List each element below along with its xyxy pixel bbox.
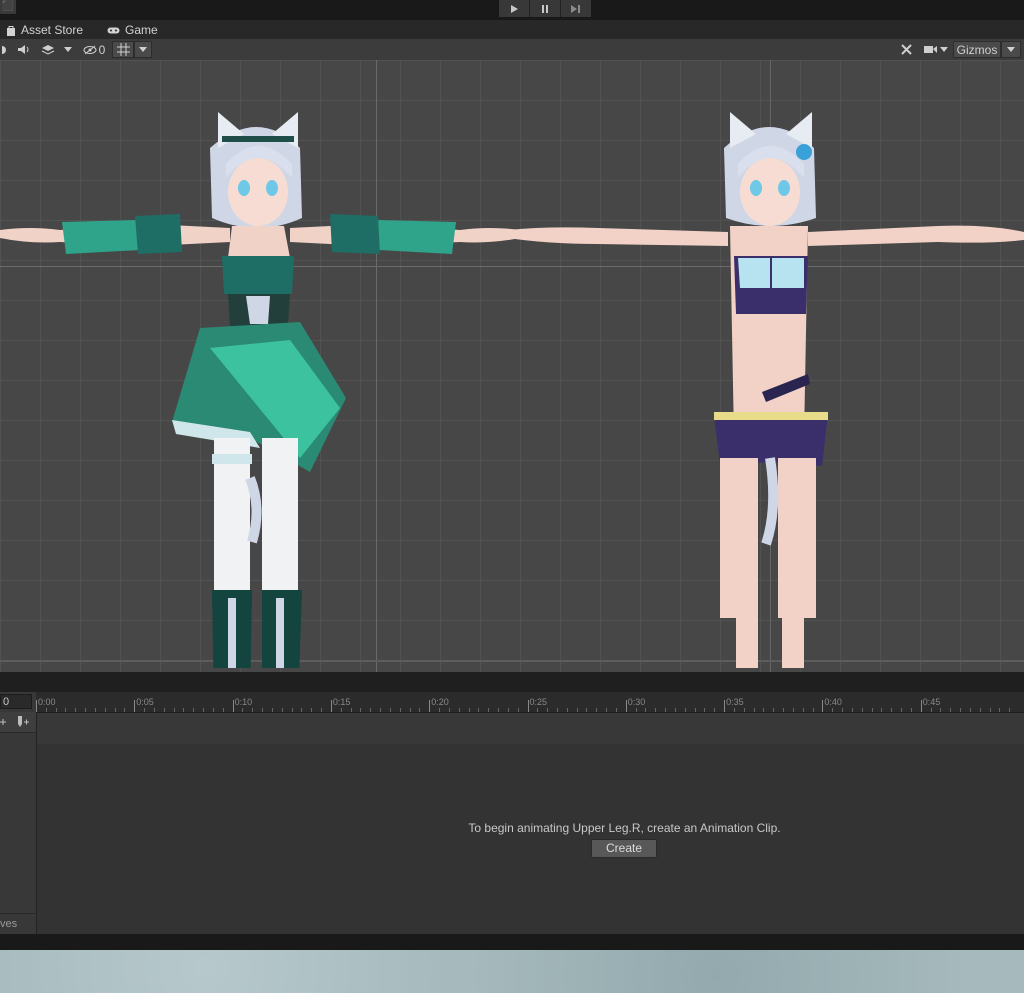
character-outfit-model[interactable] — [0, 108, 520, 668]
scene-view[interactable] — [0, 60, 1024, 672]
status-bar — [0, 934, 1024, 950]
create-clip-button[interactable]: Create — [591, 839, 657, 858]
speaker-icon — [18, 45, 29, 54]
chevron-down-icon — [1007, 47, 1015, 52]
tab-label: Asset Store — [21, 23, 84, 37]
grid-toggle-button[interactable] — [112, 41, 134, 58]
camera-settings-button[interactable] — [920, 41, 952, 58]
scene-toolbar: 0 Gizmos — [0, 39, 1024, 61]
play-icon — [511, 4, 518, 13]
tab-bar: Asset Store Game — [0, 20, 1024, 39]
tools-button[interactable] — [896, 41, 916, 58]
eye-slash-icon — [83, 45, 97, 54]
grid-icon — [116, 43, 130, 56]
chevron-down-icon — [64, 47, 72, 52]
camera-icon — [924, 46, 937, 53]
panel-divider — [0, 672, 1024, 692]
layers-icon — [41, 44, 55, 55]
step-button[interactable] — [561, 0, 591, 17]
gizmos-dropdown[interactable] — [1001, 41, 1021, 58]
tab-game[interactable]: Game — [107, 22, 158, 38]
light-icon[interactable] — [0, 41, 10, 58]
animation-window: 0 0:00 0:05 0:10 0:15 0:20 0:25 0:30 0:35 0:40 0:… — [0, 692, 1024, 934]
hidden-count: 0 — [98, 42, 106, 57]
pause-icon — [542, 4, 548, 13]
top-toolbar: ⬛ — [0, 0, 1024, 20]
step-icon — [571, 4, 580, 13]
effects-button[interactable] — [38, 41, 58, 58]
audio-toggle-button[interactable] — [14, 41, 34, 58]
gizmos-label: Gizmos — [956, 42, 998, 57]
character-swimsuit-model[interactable] — [508, 108, 1024, 668]
gizmos-button[interactable]: Gizmos — [953, 41, 1001, 58]
tab-label: Game — [125, 23, 158, 37]
empty-state: To begin animating Upper Leg.R, create a… — [0, 692, 1024, 934]
play-controls — [499, 0, 591, 17]
empty-state-message: To begin animating Upper Leg.R, create a… — [468, 821, 781, 835]
gamepad-icon — [107, 27, 120, 33]
chevron-down-icon — [139, 47, 147, 52]
tab-asset-store[interactable]: Asset Store — [6, 22, 83, 38]
play-button[interactable] — [499, 0, 530, 17]
hidden-objects-toggle[interactable]: 0 — [80, 41, 108, 58]
grid-dropdown[interactable] — [134, 41, 152, 58]
desktop-background — [0, 950, 1024, 993]
shopping-bag-icon — [7, 25, 15, 36]
pause-button[interactable] — [530, 0, 561, 17]
chevron-down-icon — [940, 47, 948, 52]
effects-dropdown[interactable] — [60, 41, 76, 58]
wrench-icon — [900, 44, 912, 55]
unity-logo-icon: ⬛ — [0, 0, 16, 14]
